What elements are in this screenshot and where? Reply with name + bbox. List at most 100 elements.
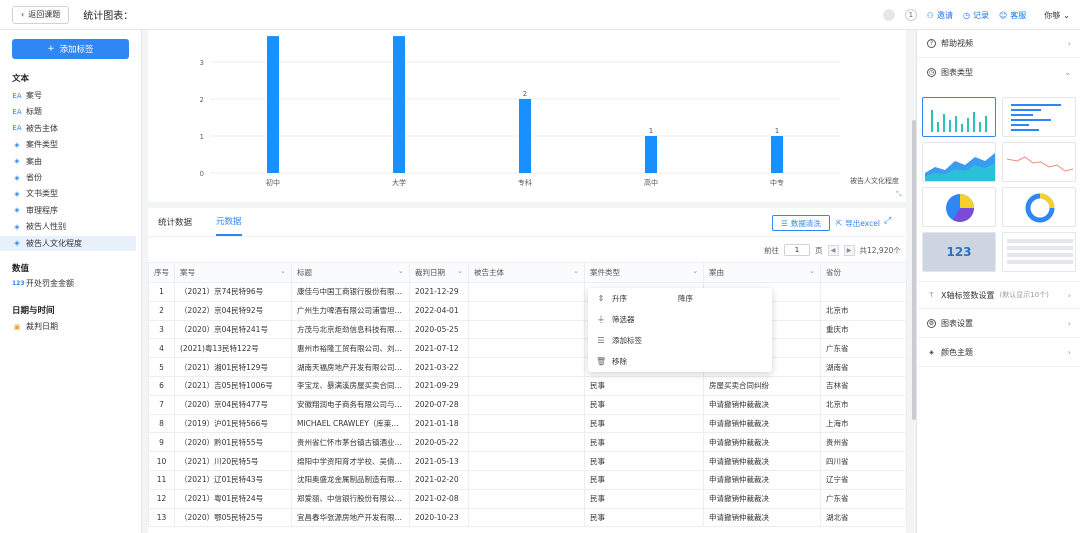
column-header[interactable]: 裁判日期 ⌄ — [409, 262, 469, 283]
chevron-down-icon[interactable]: ⌄ — [573, 267, 579, 275]
sidebar-field-item[interactable]: EA 标题 — [0, 104, 136, 119]
service-link[interactable]: ☺ 客服 — [999, 10, 1026, 21]
table-row[interactable]: 3 （2020）京04民特241号 方茂与北京炬劲信息科技有限公... 2020-05… — [148, 319, 907, 340]
table-row[interactable]: 1 （2021）京74民特96号 康佳与中国工商银行股份有限公... 2021-12-… — [148, 282, 907, 302]
page-input[interactable]: 1 — [784, 244, 810, 256]
next-page-button[interactable]: ▶ — [843, 244, 855, 256]
table-cell: 房屋买卖合同纠纷 — [703, 375, 821, 396]
chevron-down-icon[interactable]: ⌄ — [398, 267, 404, 275]
table-row[interactable]: 8 （2019）沪01民特566号 MICHAEL CRAWLEY（库莱利... 20… — [148, 413, 907, 434]
field-sidebar: + 添加标签 文本 EA 案号 EA 标题 EA 被告主体 ◈ 案件类型 ◈ 案由 ◈ 省份 ◈ 文书类型… — [0, 30, 142, 533]
sidebar-field-item[interactable]: ◈ 案由 — [0, 154, 136, 169]
chevron-down-icon[interactable]: ⌄ — [692, 267, 698, 275]
notification-badge[interactable]: 1 — [904, 9, 917, 21]
x-tick-label: 高中 — [644, 178, 658, 187]
chevron-left-icon: ‹ — [21, 10, 25, 19]
sidebar-field-item[interactable]: ▣ 裁判日期 — [0, 319, 136, 334]
table-cell: 北京市 — [820, 394, 907, 415]
horizontal-bar-thumb[interactable] — [1002, 97, 1076, 137]
prev-page-button[interactable]: ◀ — [827, 244, 839, 256]
table-row[interactable]: 4 (2021)粤13民特122号 惠州市裕隆工贸有限公司、刘春... 2021-07… — [148, 338, 907, 359]
sidebar-field-item[interactable]: ◈ 被告人性别 — [0, 219, 136, 234]
chevron-down-icon[interactable]: ⌄ — [280, 267, 286, 275]
sort-asc-option[interactable]: 升序 — [612, 293, 672, 304]
sidebar-field-item[interactable]: EA 被告主体 — [0, 121, 136, 136]
table-cell: 民事 — [584, 413, 704, 434]
sidebar-field-item[interactable]: ◈ 审理程序 — [0, 203, 136, 218]
line-chart-thumb[interactable] — [1002, 142, 1076, 182]
droplet-icon: ◈ — [929, 349, 934, 356]
sidebar-field-item[interactable]: ◈ 案件类型 — [0, 137, 136, 152]
table-cell — [468, 282, 585, 302]
color-theme-row[interactable]: ◈ 颜色主题 › — [917, 339, 1080, 367]
record-link[interactable]: ◷ 记录 — [963, 10, 989, 21]
table-cell: 广州生力啤酒有限公司浦雪坦与... — [291, 300, 410, 321]
column-header[interactable]: 案件类型 ⌄ — [584, 262, 704, 283]
chevron-down-icon[interactable]: ⌄ — [457, 267, 463, 275]
pie-chart-thumb[interactable] — [922, 187, 996, 227]
table-cell: 12 — [148, 488, 175, 509]
number-card-thumb[interactable]: 123 — [922, 232, 996, 272]
table-cell: 贵州省仁怀市茅台镇古镇酒业有... — [291, 432, 410, 453]
table-row[interactable]: 12 （2021）粤01民特24号 郑爱丽、中信银行股份有限公司... 2021-02… — [148, 488, 907, 509]
table-cell: (2021)粤13民特122号 — [174, 338, 292, 359]
add-tag-button[interactable]: + 添加标签 — [12, 39, 129, 59]
user-name: 你够 — [1044, 10, 1061, 20]
bar-chart-thumb[interactable] — [922, 97, 996, 137]
table-cell: 申请撤销仲裁裁决 — [703, 394, 821, 415]
chart-settings-row[interactable]: ⚙ 图表设置 › — [917, 310, 1080, 338]
table-row[interactable]: 7 （2020）京04民特477号 安徽翔润电子商务有限公司与庄... 2020-07… — [148, 394, 907, 415]
table-thumb[interactable] — [1002, 232, 1076, 272]
help-video-row[interactable]: ? 帮助视频 › — [917, 30, 1080, 58]
expand-icon[interactable]: ⤢ — [884, 216, 891, 226]
user-menu[interactable]: 你够 ⌄ — [1044, 10, 1070, 21]
table-row[interactable]: 9 （2020）黔01民特55号 贵州省仁怀市茅台镇古镇酒业有... 2020-05-… — [148, 432, 907, 453]
column-header[interactable]: 被告主体 ⌄ — [468, 262, 585, 283]
column-header[interactable]: 案号 ⌄ — [174, 262, 292, 283]
back-to-topic-button[interactable]: ‹ 返回课题 — [12, 5, 70, 24]
trash-icon: 🗑 — [596, 357, 607, 366]
chart-type-row[interactable]: ◷ 图表类型 ⌄ — [917, 58, 1080, 86]
table-row[interactable]: 5 （2021）湘01民特129号 湖南天福房地产开发有限公司、... 2021-03… — [148, 357, 907, 377]
area-chart-thumb[interactable] — [922, 142, 996, 182]
table-cell — [468, 488, 585, 509]
column-header[interactable]: 序号 — [148, 262, 175, 283]
data-clean-button[interactable]: ☰ 数据清洗 — [772, 215, 830, 231]
column-header[interactable]: 标题 ⌄ — [291, 262, 410, 283]
sidebar-field-item[interactable]: ◈ 被告人文化程度 — [0, 235, 136, 251]
tab-statistics[interactable]: 统计数据 — [158, 208, 192, 236]
table-cell: 7 — [148, 394, 175, 415]
table-row[interactable]: 10 （2021）川20民特5号 绵阳中学资阳育才学校、吴倩申... 2021-05-… — [148, 451, 907, 471]
table-cell: 四川省 — [820, 451, 907, 471]
invite-link[interactable]: ⚇ 邀请 — [927, 10, 953, 21]
column-header-label: 案由 — [709, 268, 724, 277]
table-cell: 2021-02-08 — [409, 488, 469, 509]
add-tag-option[interactable]: ☰ 添加标签 — [588, 330, 772, 351]
table-row[interactable]: 11 （2021）辽01民特43号 沈阳奥盛龙金属制品制造有限公... 2021-02… — [148, 469, 907, 490]
sidebar-field-item[interactable]: ◈ 省份 — [0, 170, 136, 185]
sidebar-field-item[interactable]: ◈ 文书类型 — [0, 186, 136, 201]
chart-settings-label: 图表设置 — [941, 319, 973, 328]
sort-desc-option[interactable]: 降序 — [678, 293, 693, 304]
table-cell: （2021）粤01民特24号 — [174, 488, 292, 509]
column-header[interactable]: 案由 ⌄ — [703, 262, 821, 283]
chevron-down-icon[interactable]: ⌄ — [809, 267, 815, 275]
export-excel-button[interactable]: ⇱ 导出excel — [836, 215, 880, 231]
column-header[interactable]: 省份 — [820, 262, 907, 283]
table-row[interactable]: 13 （2020）鄂05民特25号 宜昌春华张源房地产开发有限公... 2020-10… — [148, 507, 907, 528]
sidebar-field-item[interactable]: EA 案号 — [0, 88, 136, 103]
bar — [267, 36, 279, 173]
table-cell: 2021-01-18 — [409, 413, 469, 434]
tab-metadata[interactable]: 元数据 — [216, 208, 242, 236]
total-count: 共12,920个 — [859, 245, 901, 255]
date-group-title: 日期与时间 — [12, 306, 55, 316]
table-row[interactable]: 2 （2022）京04民特92号 广州生力啤酒有限公司浦雪坦与... 2022-04-… — [148, 300, 907, 321]
x-axis-setting-row[interactable]: ⊤ X轴标签数设置 (默认显示10个) › — [917, 281, 1080, 309]
sidebar-field-item[interactable]: 123 开处罚金金额 — [0, 276, 136, 291]
sidebar-field-label: 被告主体 — [26, 123, 58, 133]
table-row[interactable]: 6 （2021）吉05民特1006号 李宝龙、暴满溪房屋买卖合同纠... 2021-0… — [148, 375, 907, 396]
table-cell: 申请撤销仲裁裁决 — [703, 507, 821, 528]
remove-option[interactable]: 🗑 移除 — [588, 351, 772, 372]
donut-chart-thumb[interactable] — [1002, 187, 1076, 227]
filter-option[interactable]: ⏚ 筛选器 — [588, 309, 772, 330]
